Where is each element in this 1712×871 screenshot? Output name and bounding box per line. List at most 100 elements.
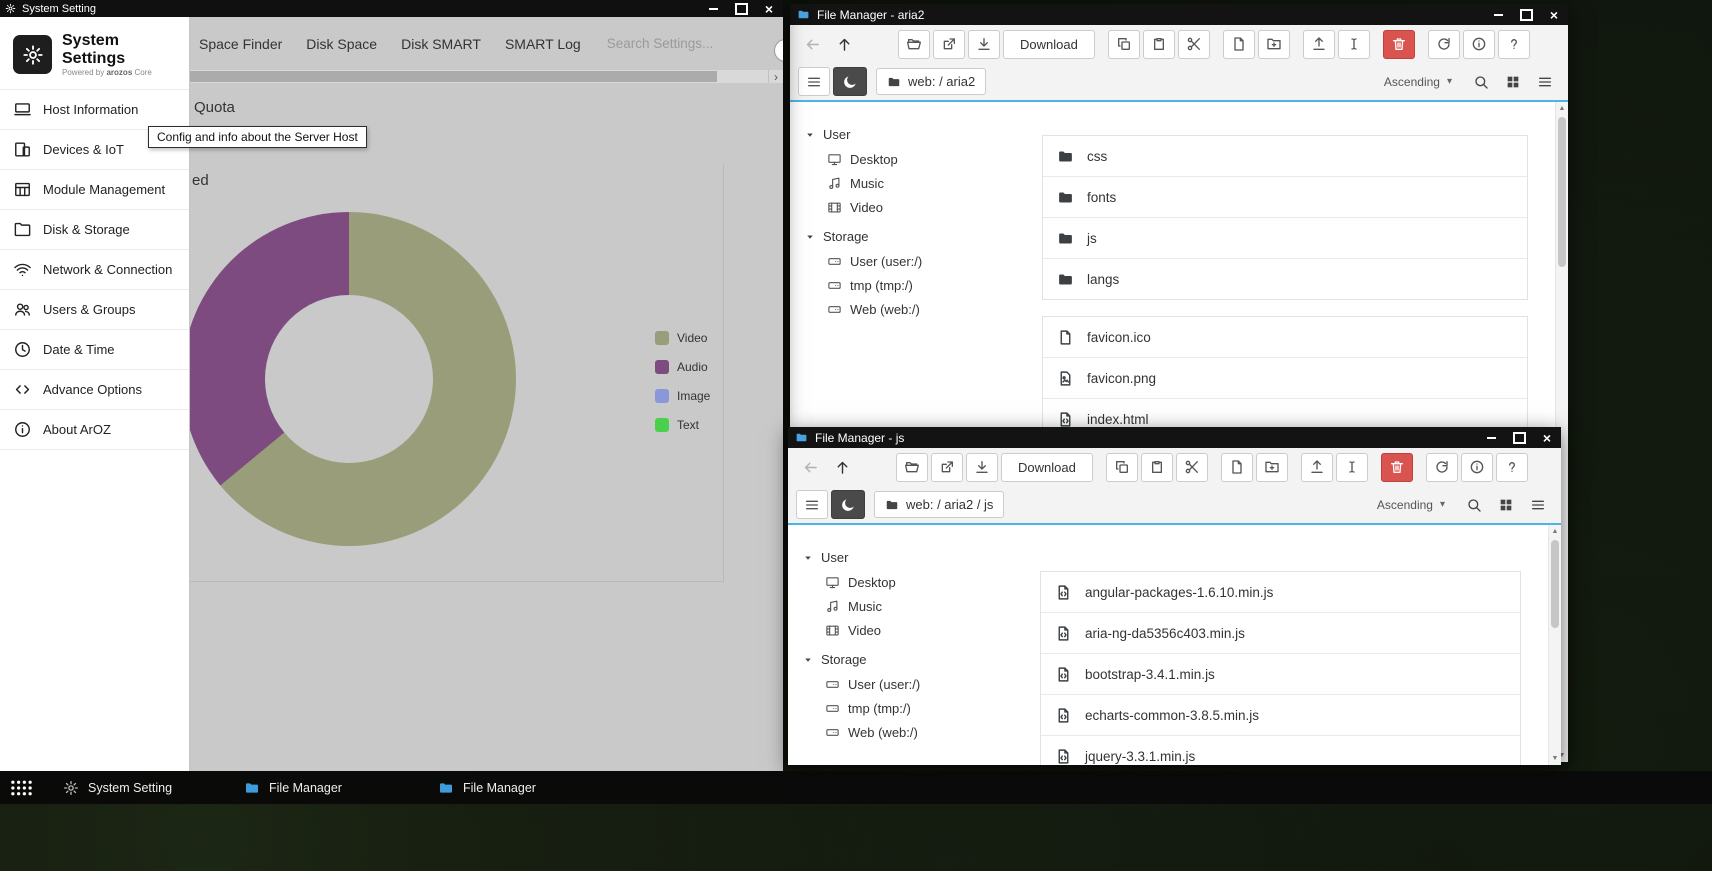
back-button[interactable] — [796, 453, 824, 482]
file-row[interactable]: echarts-common-3.8.5.min.js — [1041, 695, 1520, 736]
refresh-button[interactable] — [1426, 453, 1458, 482]
sidebar-item-date-time[interactable]: Date & Time — [0, 330, 189, 370]
file-row[interactable]: css — [1043, 136, 1527, 177]
properties-button[interactable] — [1461, 453, 1493, 482]
sidebar-item-disk-storage[interactable]: Disk & Storage — [0, 210, 189, 250]
file-row[interactable]: aria-ng-da5356c403.min.js — [1041, 613, 1520, 654]
download-icon-button[interactable] — [966, 453, 998, 482]
new-folder-button[interactable] — [1256, 453, 1288, 482]
tree-section-user[interactable]: User — [804, 122, 1038, 147]
grid-view-button[interactable] — [1491, 490, 1521, 519]
scroll-up-arrow[interactable]: ▲ — [1556, 102, 1568, 115]
tree-section-storage[interactable]: Storage — [802, 647, 1036, 672]
tree-item-video[interactable]: Video — [804, 195, 1038, 219]
file-row[interactable]: bootstrap-3.4.1.min.js — [1041, 654, 1520, 695]
file-row[interactable]: jquery-3.3.1.min.js — [1041, 736, 1520, 765]
file-row[interactable]: langs — [1043, 259, 1527, 299]
up-button[interactable] — [828, 453, 856, 482]
file-row[interactable]: angular-packages-1.6.10.min.js — [1041, 572, 1520, 613]
sort-order-select[interactable]: Ascending ▾ — [1384, 75, 1452, 89]
tree-item-tmp-drive[interactable]: tmp (tmp:/) — [802, 696, 1036, 720]
rename-button[interactable] — [1338, 30, 1370, 59]
scroll-up-arrow[interactable]: ▲ — [1549, 525, 1561, 538]
tab-disk-smart[interactable]: Disk SMART — [401, 36, 481, 52]
tree-item-music[interactable]: Music — [802, 594, 1036, 618]
tree-item-web-drive[interactable]: Web (web:/) — [804, 297, 1038, 321]
close-button[interactable]: × — [1540, 4, 1568, 25]
scrollbar-thumb[interactable] — [1558, 117, 1566, 267]
close-button[interactable]: × — [755, 0, 783, 17]
new-file-button[interactable] — [1223, 30, 1255, 59]
maximize-button[interactable] — [727, 0, 755, 17]
tree-item-desktop[interactable]: Desktop — [802, 570, 1036, 594]
cut-button[interactable] — [1178, 30, 1210, 59]
delete-button[interactable] — [1381, 453, 1413, 482]
rename-button[interactable] — [1336, 453, 1368, 482]
fm-titlebar[interactable]: File Manager - aria2 × — [790, 4, 1568, 25]
back-button[interactable] — [798, 30, 826, 59]
tree-item-music[interactable]: Music — [804, 171, 1038, 195]
list-view-button[interactable] — [1530, 67, 1560, 96]
minimize-button[interactable] — [1477, 427, 1505, 448]
upload-button[interactable] — [1303, 30, 1335, 59]
vertical-scrollbar[interactable]: ▲ ▼ — [1548, 525, 1561, 765]
tabbar-horizontal-scrollbar[interactable]: › — [190, 70, 783, 83]
paste-button[interactable] — [1141, 453, 1173, 482]
tree-item-video[interactable]: Video — [802, 618, 1036, 642]
tree-section-storage[interactable]: Storage — [804, 224, 1038, 249]
cut-button[interactable] — [1176, 453, 1208, 482]
paste-button[interactable] — [1143, 30, 1175, 59]
open-button[interactable] — [896, 453, 928, 482]
scroll-right-arrow[interactable]: › — [768, 70, 783, 83]
tree-item-user-drive[interactable]: User (user:/) — [804, 249, 1038, 273]
sidebar-item-network-connection[interactable]: Network & Connection — [0, 250, 189, 290]
scrollbar-thumb[interactable] — [190, 71, 717, 82]
maximize-button[interactable] — [1505, 427, 1533, 448]
minimize-button[interactable] — [699, 0, 727, 17]
refresh-button[interactable] — [1428, 30, 1460, 59]
file-row[interactable]: js — [1043, 218, 1527, 259]
tab-space-finder[interactable]: Space Finder — [199, 36, 282, 52]
open-in-new-window-button[interactable] — [933, 30, 965, 59]
download-button[interactable]: Download — [1001, 453, 1093, 482]
open-button[interactable] — [898, 30, 930, 59]
scroll-down-arrow[interactable]: ▼ — [1549, 752, 1561, 765]
sidebar-item-module-management[interactable]: Module Management — [0, 170, 189, 210]
delete-button[interactable] — [1383, 30, 1415, 59]
taskbar-item-file-manager-2[interactable]: File Manager — [438, 780, 604, 796]
search-button[interactable] — [1466, 67, 1496, 96]
menu-button[interactable] — [796, 490, 828, 519]
sort-order-select[interactable]: Ascending ▾ — [1377, 498, 1445, 512]
up-button[interactable] — [830, 30, 858, 59]
maximize-button[interactable] — [1512, 4, 1540, 25]
download-button[interactable]: Download — [1003, 30, 1095, 59]
breadcrumb[interactable]: web: / aria2 / js — [874, 491, 1004, 518]
grid-view-button[interactable] — [1498, 67, 1528, 96]
theme-toggle-button[interactable] — [831, 490, 865, 519]
settings-search-input[interactable] — [605, 35, 759, 52]
search-button[interactable] — [1459, 490, 1489, 519]
file-row[interactable]: fonts — [1043, 177, 1527, 218]
fm-titlebar[interactable]: File Manager - js × — [788, 427, 1561, 448]
copy-button[interactable] — [1106, 453, 1138, 482]
settings-titlebar[interactable]: System Setting × — [0, 0, 783, 17]
download-icon-button[interactable] — [968, 30, 1000, 59]
taskbar-item-file-manager-1[interactable]: File Manager — [244, 780, 410, 796]
breadcrumb[interactable]: web: / aria2 — [876, 68, 986, 95]
properties-button[interactable] — [1463, 30, 1495, 59]
scrollbar-thumb[interactable] — [1551, 540, 1559, 628]
tab-disk-space[interactable]: Disk Space — [306, 36, 377, 52]
sidebar-item-advance-options[interactable]: Advance Options — [0, 370, 189, 410]
list-view-button[interactable] — [1523, 490, 1553, 519]
upload-button[interactable] — [1301, 453, 1333, 482]
app-launcher-button[interactable] — [10, 779, 33, 797]
tree-item-desktop[interactable]: Desktop — [804, 147, 1038, 171]
clipped-circle-button[interactable] — [774, 39, 783, 62]
sidebar-item-users-groups[interactable]: Users & Groups — [0, 290, 189, 330]
tree-item-tmp-drive[interactable]: tmp (tmp:/) — [804, 273, 1038, 297]
minimize-button[interactable] — [1484, 4, 1512, 25]
taskbar-item-system-setting[interactable]: System Setting — [63, 780, 229, 796]
tree-section-user[interactable]: User — [802, 545, 1036, 570]
open-in-new-window-button[interactable] — [931, 453, 963, 482]
new-folder-button[interactable] — [1258, 30, 1290, 59]
